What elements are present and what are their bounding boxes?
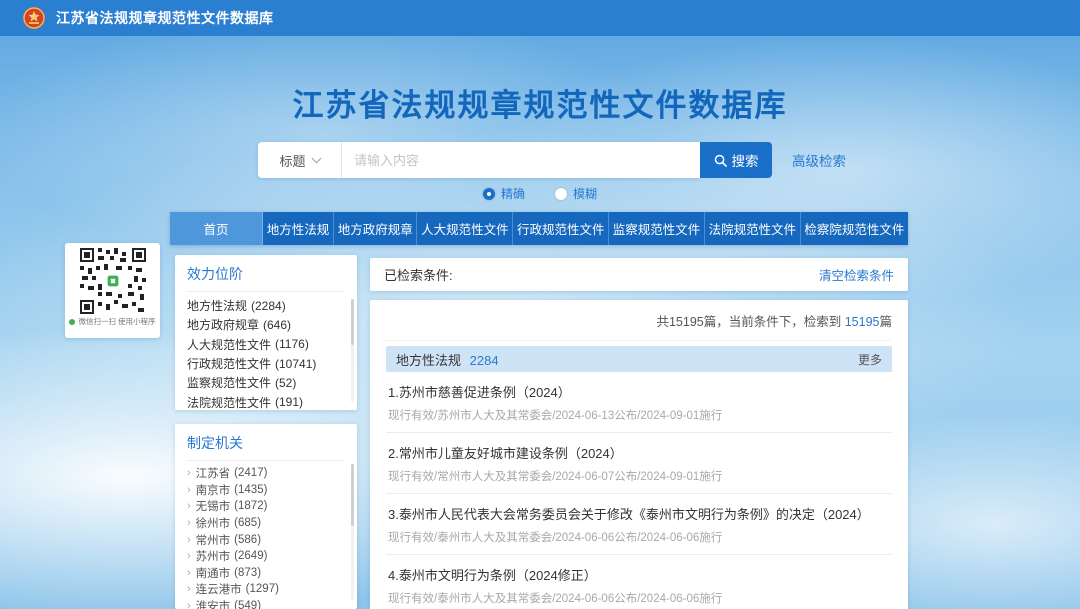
radio-unselected-icon: [555, 188, 567, 200]
list-item[interactable]: › 苏州市 (2649): [187, 548, 345, 565]
result-meta: 现行有效/泰州市人大及其常委会/2024-06-06公布/2024-06-06施…: [388, 529, 890, 545]
results-panel: 共15195篇，当前条件下，检索到 15195篇 地方性法规 2284 更多 1…: [370, 300, 908, 609]
chevron-right-icon: ›: [187, 500, 191, 512]
page-background: 江苏省法规规章规范性文件数据库 江苏省法规规章规范性文件数据库 标题 搜索 高级…: [0, 0, 1080, 609]
tab-home[interactable]: 首页: [170, 212, 263, 245]
mode-exact-radio[interactable]: 精确: [483, 185, 525, 202]
page-title: 江苏省法规规章规范性文件数据库: [0, 80, 1080, 125]
mode-fuzzy-radio[interactable]: 模糊: [555, 185, 597, 202]
tab-supervision-normative-docs[interactable]: 监察规范性文件: [609, 212, 705, 245]
radio-selected-icon: [483, 188, 495, 200]
list-item[interactable]: › 徐州市 (685): [187, 515, 345, 532]
list-item[interactable]: › 连云港市 (1297): [187, 581, 345, 598]
search-conditions-bar: 已检索条件: 清空检索条件: [370, 258, 908, 291]
result-title-link[interactable]: 3.泰州市人民代表大会常务委员会关于修改《泰州市文明行为条例》的决定（2024）: [388, 504, 890, 523]
results-count-number[interactable]: 15195: [845, 315, 880, 329]
section-count: 2284: [470, 353, 499, 368]
qr-caption-text: 微信扫一扫 使用小程序: [78, 316, 155, 327]
list-item[interactable]: 法院规范性文件 (191): [187, 392, 345, 410]
chevron-right-icon: ›: [187, 550, 191, 562]
filter-panel-authority: 制定机关 › 江苏省 (2417) › 南京市 (1435) › 无锡市 (18…: [175, 424, 357, 609]
list-item[interactable]: 行政规范性文件 (10741): [187, 354, 345, 373]
list-item[interactable]: 监察规范性文件 (52): [187, 373, 345, 392]
chevron-right-icon: ›: [187, 484, 191, 496]
section-header: 地方性法规 2284 更多: [386, 346, 892, 372]
tab-court-normative-docs[interactable]: 法院规范性文件: [705, 212, 801, 245]
match-mode-group: 精确 模糊: [0, 185, 1080, 202]
list-item[interactable]: › 淮安市 (549): [187, 598, 345, 609]
qr-code: [80, 248, 146, 314]
app-title: 江苏省法规规章规范性文件数据库: [56, 8, 274, 28]
tab-npc-normative-docs[interactable]: 人大规范性文件: [417, 212, 513, 245]
mode-fuzzy-label: 模糊: [573, 185, 597, 202]
filter-panel-effect-level: 效力位阶 地方性法规 (2284) 地方政府规章 (646) 人大规范性文件 (…: [175, 255, 357, 410]
advanced-search-link[interactable]: 高级检索: [792, 150, 846, 170]
wechat-dot-icon: [69, 319, 75, 325]
chevron-right-icon: ›: [187, 517, 191, 529]
search-button-label: 搜索: [732, 150, 759, 170]
chevron-right-icon: ›: [187, 534, 191, 546]
list-item[interactable]: › 无锡市 (1872): [187, 498, 345, 515]
chevron-down-icon: [311, 153, 321, 163]
list-item[interactable]: 人大规范性文件 (1176): [187, 335, 345, 354]
result-item: 2.常州市儿童友好城市建设条例（2024） 现行有效/常州市人大及其常委会/20…: [386, 433, 892, 494]
result-item: 4.泰州市文明行为条例（2024修正） 现行有效/泰州市人大及其常委会/2024…: [386, 555, 892, 609]
search-icon: [714, 154, 727, 167]
national-emblem-icon: [22, 6, 46, 30]
list-item[interactable]: › 常州市 (586): [187, 531, 345, 548]
more-link[interactable]: 更多: [858, 351, 882, 368]
result-meta: 现行有效/泰州市人大及其常委会/2024-06-06公布/2024-06-06施…: [388, 590, 890, 606]
result-item: 1.苏州市慈善促进条例（2024） 现行有效/苏州市人大及其常委会/2024-0…: [386, 372, 892, 433]
chevron-right-icon: ›: [187, 467, 191, 479]
panel-title: 制定机关: [187, 433, 345, 461]
results-count: 共15195篇，当前条件下，检索到 15195篇: [386, 300, 892, 341]
scrollbar[interactable]: [351, 299, 354, 402]
result-title-link[interactable]: 1.苏州市慈善促进条例（2024）: [388, 382, 890, 401]
list-item[interactable]: 地方政府规章 (646): [187, 315, 345, 334]
tab-admin-normative-docs[interactable]: 行政规范性文件: [513, 212, 609, 245]
tab-local-regulations[interactable]: 地方性法规: [263, 212, 334, 245]
list-item[interactable]: › 南通市 (873): [187, 565, 345, 582]
qr-caption: 微信扫一扫 使用小程序: [69, 316, 155, 327]
search-field-label: 标题: [279, 151, 305, 170]
chevron-right-icon: ›: [187, 600, 191, 609]
result-meta: 现行有效/苏州市人大及其常委会/2024-06-13公布/2024-09-01施…: [388, 407, 890, 423]
chevron-right-icon: ›: [187, 567, 191, 579]
qr-card: 微信扫一扫 使用小程序: [65, 243, 160, 338]
search-input[interactable]: [342, 142, 700, 178]
clear-conditions-link[interactable]: 清空检索条件: [819, 265, 894, 284]
list-item[interactable]: › 江苏省 (2417): [187, 465, 345, 482]
search-box: 标题: [258, 142, 700, 178]
authority-list: › 江苏省 (2417) › 南京市 (1435) › 无锡市 (1872) ›…: [187, 461, 345, 609]
panel-title: 效力位阶: [187, 264, 345, 292]
chevron-right-icon: ›: [187, 583, 191, 595]
main-nav-tabs: 首页 地方性法规 地方政府规章 人大规范性文件 行政规范性文件 监察规范性文件 …: [170, 212, 908, 245]
list-item[interactable]: › 南京市 (1435): [187, 482, 345, 499]
result-title-link[interactable]: 4.泰州市文明行为条例（2024修正）: [388, 565, 890, 584]
list-item[interactable]: 地方性法规 (2284): [187, 296, 345, 315]
top-bar: 江苏省法规规章规范性文件数据库: [0, 0, 1080, 36]
result-item: 3.泰州市人民代表大会常务委员会关于修改《泰州市文明行为条例》的决定（2024）…: [386, 494, 892, 555]
tab-local-gov-rules[interactable]: 地方政府规章: [334, 212, 417, 245]
search-field-select[interactable]: 标题: [258, 142, 342, 178]
section-title: 地方性法规 2284: [396, 350, 499, 369]
result-title-link[interactable]: 2.常州市儿童友好城市建设条例（2024）: [388, 443, 890, 462]
mode-exact-label: 精确: [501, 185, 525, 202]
conditions-label: 已检索条件:: [384, 265, 453, 284]
search-bar: 标题 搜索 高级检索: [258, 142, 846, 178]
tab-procuratorate-normative-docs[interactable]: 检察院规范性文件: [801, 212, 908, 245]
result-meta: 现行有效/常州市人大及其常委会/2024-06-07公布/2024-09-01施…: [388, 468, 890, 484]
effect-level-list: 地方性法规 (2284) 地方政府规章 (646) 人大规范性文件 (1176)…: [187, 292, 345, 410]
scrollbar[interactable]: [351, 464, 354, 601]
search-button[interactable]: 搜索: [700, 142, 772, 178]
